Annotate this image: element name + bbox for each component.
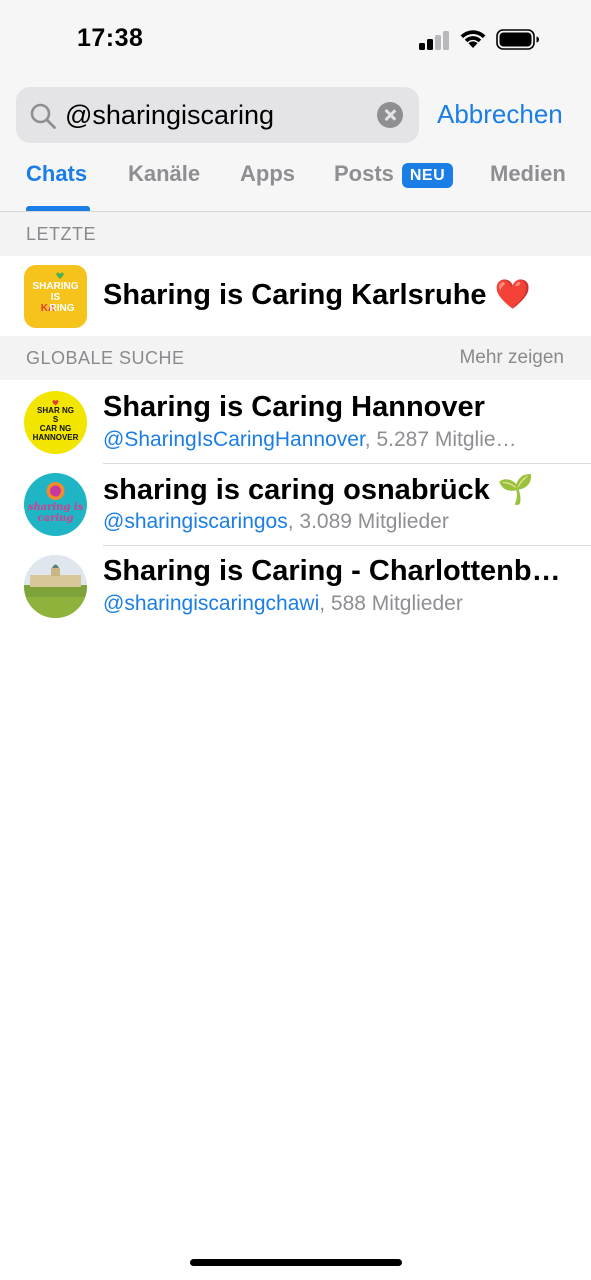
chat-subtitle: @sharingiscaringos, 3.089 Mitglieder	[103, 510, 449, 534]
new-badge: NEU	[402, 163, 453, 188]
show-more-button[interactable]: Mehr zeigen	[459, 347, 564, 369]
svg-text:HANNOVER: HANNOVER	[33, 433, 79, 442]
search-icon	[30, 103, 56, 129]
home-indicator[interactable]	[190, 1259, 402, 1266]
svg-text:SHAR NG: SHAR NG	[37, 406, 74, 415]
cancel-button[interactable]: Abbrechen	[437, 99, 563, 130]
battery-icon	[496, 29, 539, 50]
section-header-recent: LETZTE	[0, 212, 591, 256]
section-title: LETZTE	[26, 224, 97, 244]
status-time: 17:38	[77, 24, 144, 52]
svg-text:sharing is: sharing is	[28, 502, 84, 513]
tab-channels[interactable]: Kanäle	[128, 161, 200, 187]
wifi-icon	[460, 30, 486, 48]
section-title: GLOBALE SUCHE	[26, 348, 185, 368]
avatar	[24, 555, 87, 618]
member-count: , 5.287 Mitglie…	[364, 428, 517, 451]
divider	[103, 545, 591, 546]
status-bar: 17:38	[0, 0, 591, 80]
search-input[interactable]: @sharingiscaring	[65, 100, 274, 131]
cellular-signal-icon	[419, 30, 451, 50]
chat-title: Sharing is Caring Karlsruhe ❤️	[103, 279, 531, 311]
svg-text:SHARING: SHARING	[32, 281, 78, 292]
svg-text:CAR NG: CAR NG	[40, 424, 72, 433]
chat-title: Sharing is Caring - Charlottenb…	[103, 555, 561, 587]
avatar: SHAR NG S CAR NG HANNOVER	[24, 391, 87, 454]
tab-media[interactable]: Medien	[490, 161, 566, 187]
chat-subtitle: @sharingiscaringchawi, 588 Mitglieder	[103, 592, 463, 616]
avatar: SHARING IS KA RING	[24, 265, 87, 328]
search-field[interactable]: @sharingiscaring	[16, 87, 419, 143]
top-bar: 17:38 @sharingiscaring Abbrechen Chats K…	[0, 0, 591, 212]
clear-search-icon[interactable]	[377, 102, 403, 128]
svg-text:S: S	[53, 415, 59, 424]
username-link[interactable]: @sharingiscaringos	[103, 510, 288, 533]
member-count: , 3.089 Mitglieder	[287, 510, 449, 533]
divider	[103, 463, 591, 464]
svg-text:IS: IS	[51, 292, 61, 303]
chat-title: Sharing is Caring Hannover	[103, 391, 485, 423]
tab-apps[interactable]: Apps	[240, 161, 295, 187]
tab-chats[interactable]: Chats	[26, 161, 87, 187]
chat-title: sharing is caring osnabrück 🌱	[103, 474, 534, 506]
svg-text:caring: caring	[38, 513, 74, 524]
section-header-global: GLOBALE SUCHE Mehr zeigen	[0, 336, 591, 380]
tab-posts[interactable]: Posts	[334, 161, 394, 187]
username-link[interactable]: @SharingIsCaringHannover	[103, 428, 365, 451]
chat-subtitle: @SharingIsCaringHannover, 5.287 Mitglie…	[103, 428, 517, 452]
avatar: sharing is caring	[24, 473, 87, 536]
svg-text:RING: RING	[50, 303, 75, 314]
username-link[interactable]: @sharingiscaringchawi	[103, 592, 319, 615]
member-count: , 588 Mitglieder	[319, 592, 463, 615]
